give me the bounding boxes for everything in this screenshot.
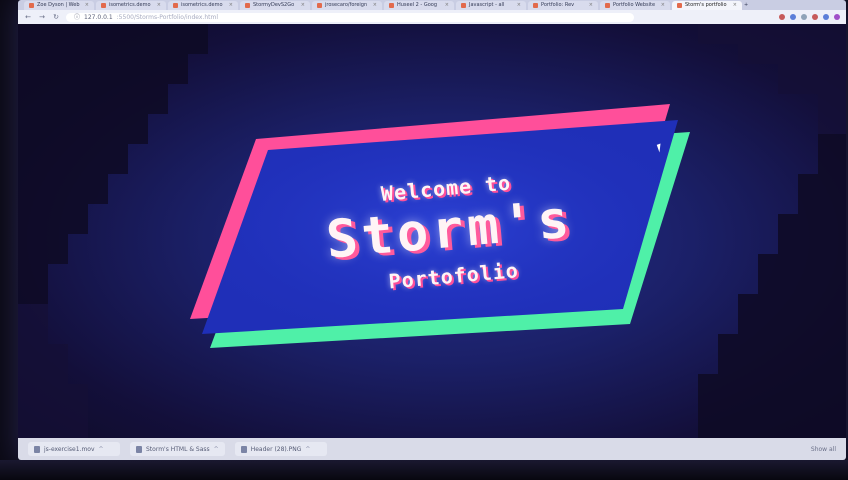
- tab-label: StormyDevS2Go: [253, 1, 295, 8]
- close-icon[interactable]: ×: [157, 1, 161, 10]
- tab-2[interactable]: isometrics.demo ×: [168, 0, 238, 10]
- tab-9-active[interactable]: Storm's portfolio ×: [672, 0, 742, 10]
- url-host: 127.0.0.1: [84, 13, 113, 21]
- extension-icon[interactable]: [779, 14, 785, 20]
- tab-label: Zoe Dyson | Web: [37, 1, 80, 8]
- url-path: :5500/Storms-Portfolio/index.html: [116, 13, 218, 21]
- extension-icon[interactable]: [812, 14, 818, 20]
- download-item[interactable]: Header (28).PNG ^: [234, 442, 327, 456]
- address-bar[interactable]: ⓘ 127.0.0.1:5500/Storms-Portfolio/index.…: [66, 12, 634, 22]
- tab-5[interactable]: Huseel 2 - Goog ×: [384, 0, 454, 10]
- tab-6[interactable]: Javascript - all ×: [456, 0, 526, 10]
- tab-strip: Zoe Dyson | Web × isometrics.demo × isomet…: [18, 0, 846, 10]
- extension-icon[interactable]: [823, 14, 829, 20]
- favicon-icon: [533, 2, 538, 8]
- file-icon: [34, 445, 40, 453]
- chevron-up-icon[interactable]: ^: [305, 446, 310, 453]
- tab-label: isometrics.demo: [181, 1, 223, 8]
- reload-icon[interactable]: ↻: [52, 13, 60, 21]
- close-icon[interactable]: ×: [445, 1, 449, 10]
- tab-label: Portfolio Website: [613, 1, 656, 8]
- favicon-icon: [461, 2, 466, 8]
- close-icon[interactable]: ×: [661, 1, 665, 10]
- tab-label: jrosecaro/foreign: [325, 1, 368, 8]
- new-tab-button[interactable]: +: [744, 1, 754, 10]
- file-icon: [136, 445, 142, 453]
- close-icon[interactable]: ×: [733, 1, 737, 10]
- favicon-icon: [317, 2, 322, 8]
- close-icon[interactable]: ×: [373, 1, 377, 10]
- download-item[interactable]: js-exercise1.mov ^: [28, 442, 120, 456]
- tab-3[interactable]: StormyDevS2Go ×: [240, 0, 310, 10]
- close-icon[interactable]: ×: [589, 1, 593, 10]
- tab-label: Huseel 2 - Goog: [397, 1, 437, 8]
- download-bar: js-exercise1.mov ^ Storm's HTML & Sass ^…: [18, 438, 846, 460]
- page-viewport: Welcome to Storm's Portofolio: [18, 24, 846, 438]
- info-icon[interactable]: ⓘ: [74, 13, 80, 22]
- tab-1[interactable]: isometrics.demo ×: [96, 0, 166, 10]
- profile-avatar-icon[interactable]: [834, 14, 840, 20]
- favicon-icon: [677, 2, 682, 8]
- chevron-up-icon[interactable]: ^: [99, 446, 104, 453]
- back-arrow-icon[interactable]: ←: [24, 13, 32, 21]
- favicon-icon: [29, 2, 34, 8]
- browser-window: Zoe Dyson | Web × isometrics.demo × isomet…: [18, 0, 846, 460]
- favicon-icon: [389, 2, 394, 8]
- favicon-icon: [605, 2, 610, 8]
- tab-0[interactable]: Zoe Dyson | Web ×: [24, 0, 94, 10]
- show-all-downloads-button[interactable]: Show all: [811, 446, 836, 453]
- download-label: Storm's HTML & Sass: [146, 445, 210, 453]
- extension-icon[interactable]: [790, 14, 796, 20]
- favicon-icon: [173, 2, 178, 8]
- tab-label: Javascript - all: [469, 1, 505, 8]
- tab-label: Storm's portfolio: [685, 1, 727, 8]
- close-icon[interactable]: ×: [301, 1, 305, 10]
- favicon-icon: [101, 2, 106, 8]
- tab-label: isometrics.demo: [109, 1, 151, 8]
- download-label: Header (28).PNG: [250, 445, 302, 453]
- monitor-bottom-bezel: [0, 460, 848, 480]
- forward-arrow-icon[interactable]: →: [38, 13, 46, 21]
- download-label: js-exercise1.mov: [44, 445, 95, 453]
- browser-toolbar: ← → ↻ ⓘ 127.0.0.1:5500/Storms-Portfolio/…: [18, 10, 846, 24]
- tab-4[interactable]: jrosecaro/foreign ×: [312, 0, 382, 10]
- close-icon[interactable]: ×: [85, 1, 89, 10]
- close-icon[interactable]: ×: [517, 1, 521, 10]
- extension-icon[interactable]: [801, 14, 807, 20]
- tab-label: Portfolio: Rev: [541, 1, 575, 8]
- download-item[interactable]: Storm's HTML & Sass ^: [130, 442, 225, 456]
- extension-icons: [779, 14, 840, 20]
- file-icon: [240, 445, 247, 453]
- chevron-up-icon[interactable]: ^: [214, 446, 219, 453]
- tab-7[interactable]: Portfolio: Rev ×: [528, 0, 598, 10]
- close-icon[interactable]: ×: [229, 1, 233, 10]
- favicon-icon: [245, 2, 250, 8]
- tab-8[interactable]: Portfolio Website ×: [600, 0, 670, 10]
